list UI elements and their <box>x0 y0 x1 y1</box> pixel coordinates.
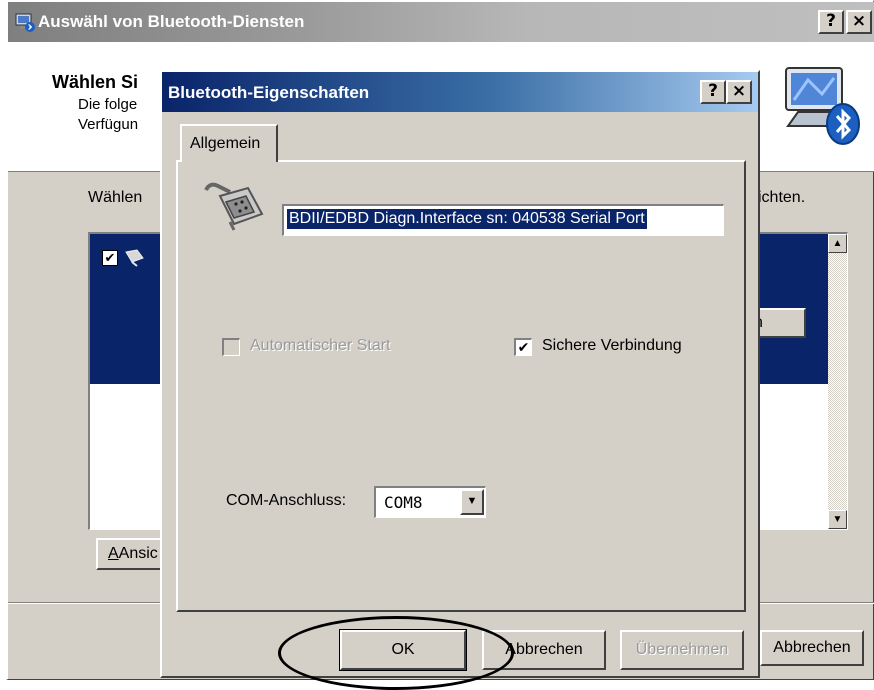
dialog-titlebar: Bluetooth-Eigenschaften ? × <box>162 72 758 112</box>
background-titlebar: Auswähl von Bluetooth-Diensten ? × <box>8 2 874 42</box>
view-button-label: Ansic <box>118 545 158 562</box>
background-close-button[interactable]: × <box>846 10 872 34</box>
scroll-down-button[interactable]: ▼ <box>828 510 847 529</box>
header-title: Wählen Si <box>52 72 139 92</box>
header-line-2: Verfügun <box>78 116 139 133</box>
tab-general[interactable]: Allgemein <box>180 124 278 162</box>
background-help-button[interactable]: ? <box>818 10 844 34</box>
serial-port-icon <box>125 249 144 267</box>
com-port-value: COM8 <box>384 493 423 512</box>
apply-button[interactable]: Übernehmen <box>620 630 744 670</box>
auto-start-label: Automatischer Start <box>250 337 391 354</box>
service-name-text: BDII/EDBD Diagn.Interface sn: 040538 Ser… <box>287 209 647 229</box>
general-tab-panel: BDII/EDBD Diagn.Interface sn: 040538 Ser… <box>176 160 746 612</box>
secure-connection-label: Sichere Verbindung <box>542 337 682 354</box>
secure-connection-checkbox[interactable]: ✔ <box>514 338 532 356</box>
chevron-down-icon[interactable]: ▼ <box>460 489 484 515</box>
background-cancel-button[interactable]: Abbrechen <box>760 630 864 666</box>
list-item-checkbox[interactable]: ✔ <box>102 250 118 266</box>
instruction-text-right: ichten. <box>758 189 806 206</box>
bluetooth-computer-icon <box>785 67 860 145</box>
serial-port-icon <box>204 182 264 231</box>
scroll-up-button[interactable]: ▲ <box>828 234 847 253</box>
background-window-title: Auswähl von Bluetooth-Diensten <box>38 12 305 31</box>
header-line-1: Die folge <box>78 96 138 113</box>
auto-start-checkbox[interactable] <box>222 338 240 356</box>
instruction-text: Wählen <box>88 189 143 206</box>
ok-button[interactable]: OK <box>339 629 467 671</box>
dialog-close-button[interactable]: × <box>726 80 752 104</box>
service-name-field[interactable]: BDII/EDBD Diagn.Interface sn: 040538 Ser… <box>282 204 724 236</box>
com-port-select[interactable]: COM8 ▼ <box>374 486 486 518</box>
dialog-title: Bluetooth-Eigenschaften <box>168 83 370 102</box>
list-scrollbar[interactable]: ▲ ▼ <box>828 234 847 529</box>
dialog-help-button[interactable]: ? <box>700 80 726 104</box>
bluetooth-window-icon <box>15 13 35 32</box>
bluetooth-properties-dialog: Bluetooth-Eigenschaften ? × Allgemein BD… <box>160 70 760 678</box>
com-port-label: COM-Anschluss: <box>226 492 347 509</box>
cancel-button[interactable]: Abbrechen <box>482 630 606 670</box>
